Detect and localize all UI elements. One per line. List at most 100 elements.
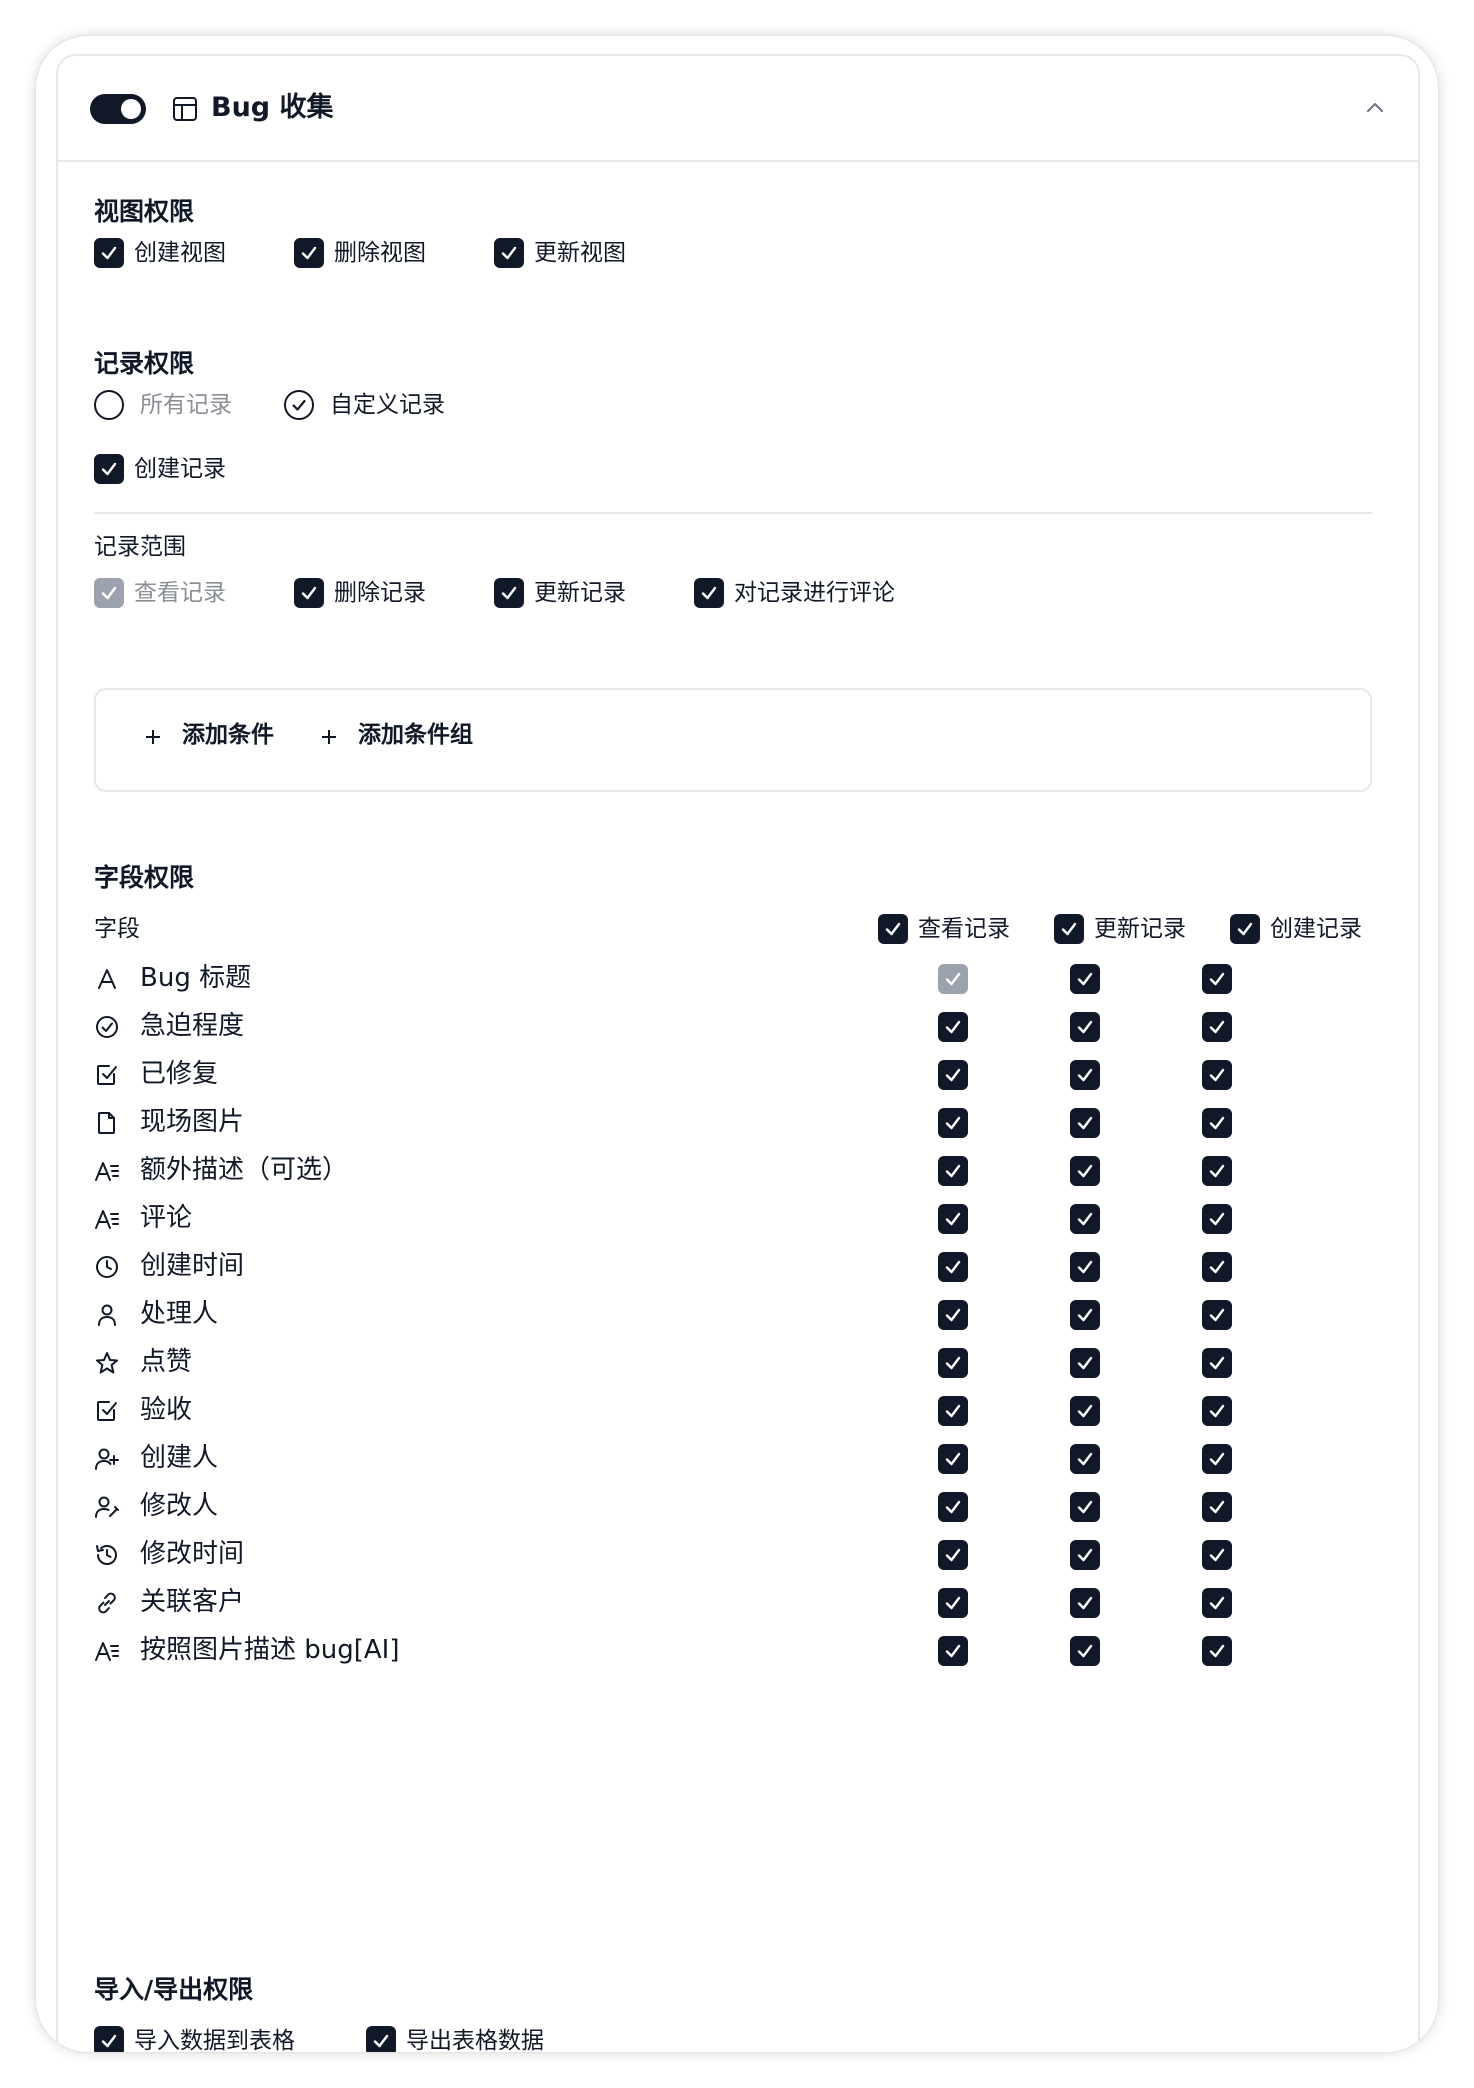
field-label: 现场图片 [140,1107,245,1137]
col-create-all-checkbox[interactable] [1230,914,1260,944]
history-icon [96,1545,117,1565]
col-update-all-checkbox[interactable] [1054,914,1084,944]
condition-box: 添加条件 添加条件组 [94,688,1372,792]
field-update-checkbox[interactable] [1070,1300,1100,1330]
field-create-checkbox[interactable] [1202,1492,1232,1522]
field-create-checkbox[interactable] [1202,1108,1232,1138]
field-update-checkbox[interactable] [1070,1204,1100,1234]
clock-icon [96,1256,118,1278]
field-label: 处理人 [140,1299,219,1329]
field-create-checkbox[interactable] [1202,1252,1232,1282]
field-update-checkbox[interactable] [1070,1108,1100,1138]
field-create-checkbox[interactable] [1202,1156,1232,1186]
import-data-label: 导入数据到表格 [134,2028,295,2052]
field-create-checkbox[interactable] [1202,964,1232,994]
plus-icon [146,730,160,744]
field-row: 急迫程度 [58,1002,1418,1050]
field-update-checkbox[interactable] [1070,1636,1100,1666]
update-view-label: 更新视图 [534,240,626,266]
field-update-checkbox[interactable] [1070,1060,1100,1090]
scope-delete-record-label: 删除记录 [334,580,426,606]
field-create-checkbox[interactable] [1202,1444,1232,1474]
field-create-checkbox[interactable] [1202,1060,1232,1090]
field-create-checkbox[interactable] [1202,1348,1232,1378]
field-row: 修改人 [58,1482,1418,1530]
field-update-checkbox[interactable] [1070,1012,1100,1042]
field-update-checkbox[interactable] [1070,964,1100,994]
circle-check-icon [96,1016,118,1038]
field-view-checkbox[interactable] [938,1348,968,1378]
star-icon [96,1352,118,1374]
scope-update-record-label: 更新记录 [534,580,626,606]
field-view-checkbox[interactable] [938,1588,968,1618]
view-perms-title: 视图权限 [94,197,195,226]
field-view-checkbox[interactable] [938,1204,968,1234]
field-label: 修改时间 [140,1539,245,1569]
field-create-checkbox[interactable] [1202,1204,1232,1234]
record-scope-title: 记录范围 [94,534,186,560]
field-row: 评论 [58,1194,1418,1242]
field-view-checkbox[interactable] [938,1492,968,1522]
field-view-checkbox[interactable] [938,1156,968,1186]
scope-update-record-checkbox[interactable] [494,578,524,608]
enable-toggle[interactable] [90,94,146,124]
field-update-checkbox[interactable] [1070,1540,1100,1570]
field-view-checkbox[interactable] [938,1012,968,1042]
field-label: 急迫程度 [140,1011,245,1041]
col-view-label: 查看记录 [918,916,1010,942]
field-label: 按照图片描述 bug[AI] [140,1635,400,1665]
update-view-checkbox[interactable] [494,238,524,268]
add-condition-button[interactable]: 添加条件 [182,720,274,750]
import-data-checkbox[interactable] [94,2026,124,2052]
field-label: 修改人 [140,1491,219,1521]
user-edit-icon [95,1496,119,1518]
field-view-checkbox[interactable] [938,1396,968,1426]
add-condition-group-button[interactable]: 添加条件组 [358,720,473,750]
scope-delete-record-checkbox[interactable] [294,578,324,608]
delete-view-checkbox[interactable] [294,238,324,268]
field-create-checkbox[interactable] [1202,1396,1232,1426]
field-view-checkbox[interactable] [938,1540,968,1570]
panel-header[interactable]: Bug 收集 [58,56,1418,162]
field-label: 创建时间 [140,1251,245,1281]
field-view-checkbox[interactable] [938,1300,968,1330]
link-icon [98,1592,116,1614]
field-row: 已修复 [58,1050,1418,1098]
table-permission-panel: Bug 收集 视图权限 创建视图 删除视图 更新视图 记录权限 所有记录 自定义… [56,54,1420,2052]
field-view-checkbox[interactable] [938,1444,968,1474]
import-export-title: 导入/导出权限 [94,1975,254,2004]
custom-records-radio[interactable] [284,390,314,420]
field-view-checkbox[interactable] [938,1108,968,1138]
long-text-icon [95,1162,119,1181]
field-row: 关联客户 [58,1578,1418,1626]
field-update-checkbox[interactable] [1070,1156,1100,1186]
field-update-checkbox[interactable] [1070,1588,1100,1618]
create-view-checkbox[interactable] [94,238,124,268]
field-update-checkbox[interactable] [1070,1348,1100,1378]
field-label: 点赞 [140,1347,193,1377]
field-view-checkbox[interactable] [938,1060,968,1090]
plus-icon [322,730,336,744]
create-record-checkbox[interactable] [94,454,124,484]
field-create-checkbox[interactable] [1202,1300,1232,1330]
chevron-up-icon[interactable] [1364,96,1386,118]
all-records-radio[interactable] [94,390,124,420]
long-text-icon [95,1210,119,1229]
field-update-checkbox[interactable] [1070,1396,1100,1426]
field-view-checkbox[interactable] [938,1252,968,1282]
field-update-checkbox[interactable] [1070,1444,1100,1474]
col-view-all-checkbox[interactable] [878,914,908,944]
field-create-checkbox[interactable] [1202,1588,1232,1618]
field-update-checkbox[interactable] [1070,1492,1100,1522]
scope-comment-record-checkbox[interactable] [694,578,724,608]
field-label: 验收 [140,1395,193,1425]
field-update-checkbox[interactable] [1070,1252,1100,1282]
field-view-checkbox[interactable] [938,1636,968,1666]
delete-view-label: 删除视图 [334,240,426,266]
field-create-checkbox[interactable] [1202,1012,1232,1042]
field-create-checkbox[interactable] [1202,1540,1232,1570]
export-data-checkbox[interactable] [366,2026,396,2052]
field-perms-title: 字段权限 [94,863,195,892]
create-record-label: 创建记录 [134,456,226,482]
field-create-checkbox[interactable] [1202,1636,1232,1666]
